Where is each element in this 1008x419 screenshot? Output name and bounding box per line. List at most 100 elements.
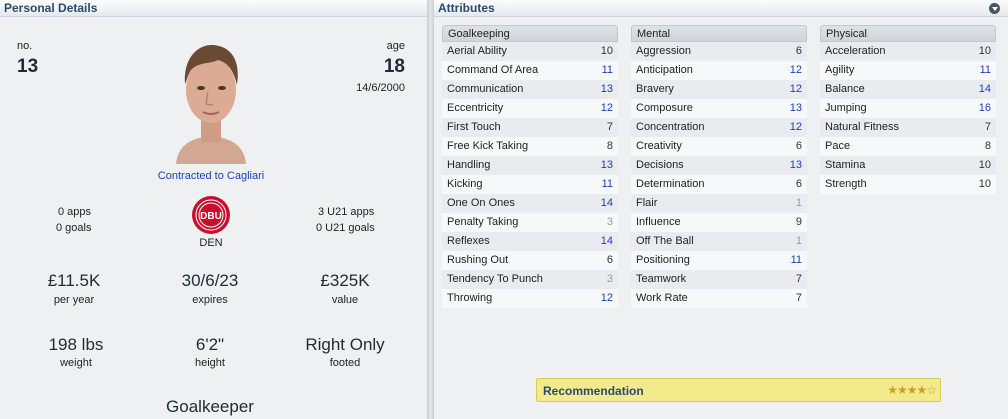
attribute-value: 7 (795, 292, 802, 304)
attribute-name: Penalty Taking (447, 216, 519, 228)
attribute-row[interactable]: Handling 13 (442, 156, 618, 175)
attribute-row[interactable]: Natural Fitness 7 (820, 118, 996, 137)
attribute-value: 7 (795, 273, 802, 285)
attribute-value: 8 (606, 140, 613, 152)
attribute-row[interactable]: Flair 1 (631, 194, 807, 213)
attribute-row[interactable]: Creativity 6 (631, 137, 807, 156)
attribute-row[interactable]: Positioning 11 (631, 251, 807, 270)
age-label: age (386, 40, 405, 52)
attribute-value: 10 (978, 159, 991, 171)
attribute-row[interactable]: Work Rate 7 (631, 289, 807, 308)
attribute-row[interactable]: Strength 10 (820, 175, 996, 194)
attribute-value: 6 (795, 140, 802, 152)
goalkeeping-column: Goalkeeping Aerial Ability 10 Command Of A… (442, 25, 618, 308)
attribute-row[interactable]: Penalty Taking 3 (442, 213, 618, 232)
height-value: 6'2" (195, 335, 225, 354)
u21-goals-count: 0 U21 goals (316, 222, 375, 234)
attribute-row[interactable]: Agility 11 (820, 61, 996, 80)
attribute-name: Eccentricity (447, 102, 504, 114)
attribute-row[interactable]: Teamwork 7 (631, 270, 807, 289)
attribute-value: 11 (790, 254, 802, 266)
footed-value: Right Only (305, 335, 385, 354)
attribute-row[interactable]: Eccentricity 12 (442, 99, 618, 118)
attribute-row[interactable]: First Touch 7 (442, 118, 618, 137)
attribute-value: 10 (978, 45, 991, 57)
attribute-value: 10 (600, 45, 613, 57)
player-position: Goalkeeper (166, 397, 254, 416)
goals-count: 0 goals (56, 222, 92, 234)
attribute-value: 14 (978, 83, 991, 95)
attribute-row[interactable]: Concentration 12 (631, 118, 807, 137)
attribute-value: 12 (600, 102, 613, 114)
attribute-name: Composure (636, 102, 693, 114)
attribute-value: 13 (600, 83, 613, 95)
attribute-value: 12 (600, 292, 613, 304)
attribute-name: Tendency To Punch (447, 273, 543, 285)
attribute-value: 6 (795, 178, 802, 190)
attribute-name: Flair (636, 197, 658, 209)
attribute-name: Command Of Area (447, 64, 539, 76)
physical-header: Physical (820, 25, 996, 42)
attribute-name: Handling (447, 159, 491, 171)
attribute-value: 13 (789, 159, 802, 171)
attribute-row[interactable]: Aerial Ability 10 (442, 42, 618, 61)
player-value: £325K (320, 271, 370, 290)
attribute-row[interactable]: One On Ones 14 (442, 194, 618, 213)
attribute-value: 14 (600, 197, 613, 209)
attribute-row[interactable]: Stamina 10 (820, 156, 996, 175)
attribute-value: 12 (789, 121, 802, 133)
contract-link[interactable]: Contracted to Cagliari (140, 170, 282, 182)
no-label: no. (17, 40, 33, 52)
recommendation-bar[interactable]: Recommendation ★★★★☆ (536, 378, 941, 402)
attribute-name: Balance (825, 83, 865, 95)
attribute-row[interactable]: Determination 6 (631, 175, 807, 194)
attribute-row[interactable]: Bravery 12 (631, 80, 807, 99)
attribute-value: 3 (606, 273, 613, 285)
attribute-row[interactable]: Pace 8 (820, 137, 996, 156)
attribute-value: 16 (978, 102, 991, 114)
badge-text: DBU (200, 211, 222, 222)
physical-column: Physical Acceleration 10 Agility 11 Balance 1… (820, 25, 996, 194)
attribute-row[interactable]: Throwing 12 (442, 289, 618, 308)
weight-label: weight (60, 357, 92, 369)
goalkeeping-header: Goalkeeping (442, 25, 618, 42)
player-value-label: value (331, 294, 359, 306)
attribute-value: 13 (600, 159, 613, 171)
attribute-name: Concentration (636, 121, 705, 133)
attribute-row[interactable]: Composure 13 (631, 99, 807, 118)
attribute-row[interactable]: Off The Ball 1 (631, 232, 807, 251)
attribute-value: 12 (789, 83, 802, 95)
attribute-row[interactable]: Rushing Out 6 (442, 251, 618, 270)
panel-divider[interactable] (427, 0, 434, 419)
attribute-row[interactable]: Acceleration 10 (820, 42, 996, 61)
attribute-row[interactable]: Balance 14 (820, 80, 996, 99)
attribute-row[interactable]: Communication 13 (442, 80, 618, 99)
chevron-down-icon[interactable] (989, 3, 1000, 14)
attribute-row[interactable]: Command Of Area 11 (442, 61, 618, 80)
attribute-value: 1 (795, 235, 802, 247)
attribute-row[interactable]: Decisions 13 (631, 156, 807, 175)
attribute-row[interactable]: Aggression 6 (631, 42, 807, 61)
attribute-name: Determination (636, 178, 705, 190)
attributes-title: Attributes (434, 0, 1008, 17)
attribute-value: 8 (984, 140, 991, 152)
attribute-row[interactable]: Reflexes 14 (442, 232, 618, 251)
attribute-value: 3 (606, 216, 613, 228)
attribute-value: 7 (984, 121, 991, 133)
wage-value: £11.5K (47, 271, 101, 290)
attribute-name: Teamwork (636, 273, 687, 285)
u21-apps-count: 3 U21 apps (318, 206, 375, 218)
attribute-name: Strength (825, 178, 867, 190)
contract-expires-label: expires (192, 294, 228, 306)
attribute-row[interactable]: Free Kick Taking 8 (442, 137, 618, 156)
attribute-row[interactable]: Anticipation 12 (631, 61, 807, 80)
attribute-row[interactable]: Tendency To Punch 3 (442, 270, 618, 289)
attribute-row[interactable]: Jumping 16 (820, 99, 996, 118)
mental-header: Mental (631, 25, 807, 42)
attribute-row[interactable]: Kicking 11 (442, 175, 618, 194)
attribute-name: Decisions (636, 159, 684, 171)
player-photo (170, 40, 252, 164)
star-rating-icon: ★★★★☆ (887, 383, 937, 397)
attribute-name: Natural Fitness (825, 121, 899, 133)
attribute-row[interactable]: Influence 9 (631, 213, 807, 232)
